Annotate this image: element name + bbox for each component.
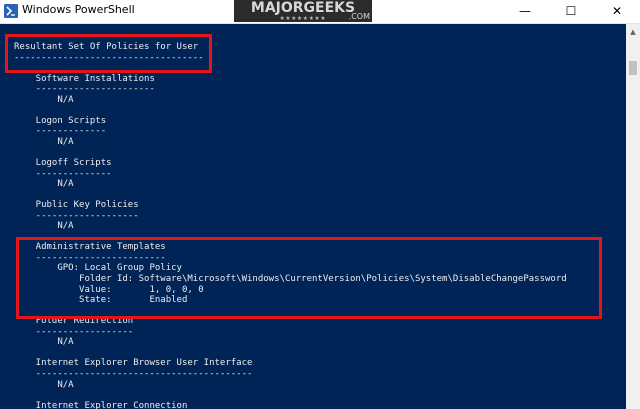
console-text: Resultant Set Of Policies for User ------… (14, 42, 567, 409)
vertical-scrollbar[interactable]: ▲ (626, 24, 640, 409)
powershell-icon (4, 4, 18, 18)
highlight-box-administrative-templates (16, 237, 602, 319)
console-line: ---------------------- (14, 84, 155, 95)
console-output[interactable]: Resultant Set Of Policies for User ------… (0, 24, 626, 409)
console-line: Internet Explorer Browser User Interface (14, 358, 253, 369)
console-line: Internet Explorer Connection (14, 400, 188, 409)
close-button[interactable]: ✕ (594, 0, 640, 23)
console-line: N/A (14, 379, 74, 390)
console-line: -------------- (14, 168, 112, 179)
console-line: ------------- (14, 126, 107, 137)
console-line: Logoff Scripts (14, 158, 112, 169)
console-line: ------------------- (14, 210, 139, 221)
console-line: Public Key Policies (14, 200, 139, 211)
maximize-button[interactable]: ☐ (548, 0, 594, 23)
console-line: Logon Scripts (14, 115, 107, 126)
scroll-up-icon[interactable]: ▲ (626, 24, 640, 40)
scroll-thumb[interactable] (629, 61, 637, 75)
watermark-suffix: .COM (348, 12, 370, 21)
console-line: ---------------------------------------- (14, 368, 253, 379)
console-line: Software Installations (14, 73, 155, 84)
console-line: N/A (14, 337, 74, 348)
title-bar: Windows PowerShell MAJORGEEKS ★★★★★★★★ .… (0, 0, 640, 24)
maximize-icon: ☐ (565, 4, 577, 18)
highlight-box-resultant-set (5, 34, 212, 73)
minimize-icon: — (519, 4, 531, 18)
console-line: N/A (14, 136, 74, 147)
window-title: Windows PowerShell (22, 3, 135, 16)
console-line: ------------------ (14, 326, 134, 337)
console-line: N/A (14, 221, 74, 232)
console-line: N/A (14, 94, 74, 105)
minimize-button[interactable]: — (502, 0, 548, 23)
console-line: N/A (14, 179, 74, 190)
watermark-logo: MAJORGEEKS ★★★★★★★★ .COM (234, 0, 372, 22)
close-icon: ✕ (611, 4, 623, 18)
